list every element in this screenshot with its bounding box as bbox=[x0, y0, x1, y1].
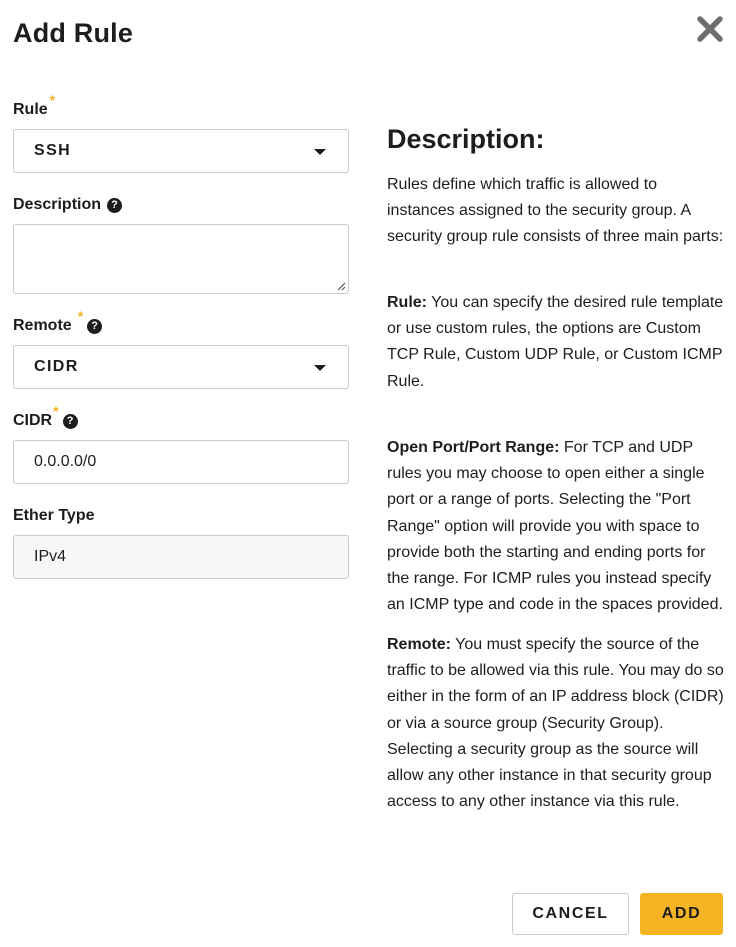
help-rule-paragraph: Rule: You can specify the desired rule t… bbox=[387, 290, 727, 395]
required-marker: * bbox=[53, 403, 59, 419]
close-icon bbox=[697, 16, 723, 42]
rule-select-value: SSH bbox=[34, 142, 72, 159]
dialog-title: Add Rule bbox=[13, 18, 134, 48]
ether-type-field: IPv4 bbox=[13, 535, 349, 579]
remote-label: Remote * ? bbox=[13, 309, 103, 335]
description-textarea[interactable] bbox=[13, 224, 349, 294]
required-marker: * bbox=[49, 92, 56, 108]
help-rule-title: Rule: bbox=[387, 294, 427, 311]
close-button[interactable] bbox=[696, 15, 724, 43]
rule-label: Rule * bbox=[13, 92, 56, 118]
remote-select[interactable]: CIDR bbox=[13, 345, 349, 389]
ether-type-label: Ether Type bbox=[13, 507, 95, 524]
help-port-title: Open Port/Port Range: bbox=[387, 439, 560, 456]
description-label: Description ? bbox=[13, 196, 123, 214]
help-remote-paragraph: Remote: You must specify the source of t… bbox=[387, 632, 727, 815]
caret-down-icon bbox=[314, 365, 326, 371]
add-button[interactable]: ADD bbox=[640, 893, 723, 935]
help-icon[interactable]: ? bbox=[107, 198, 123, 213]
help-icon[interactable]: ? bbox=[87, 319, 103, 334]
help-rule-text: You can specify the desired rule templat… bbox=[387, 294, 724, 390]
help-icon[interactable]: ? bbox=[62, 414, 78, 429]
help-port-paragraph: Open Port/Port Range: For TCP and UDP ru… bbox=[387, 435, 727, 618]
cidr-input-value: 0.0.0.0/0 bbox=[34, 453, 97, 470]
rule-select[interactable]: SSH bbox=[13, 129, 349, 173]
required-marker: * bbox=[77, 308, 84, 324]
cidr-label: CIDR * ? bbox=[13, 404, 78, 430]
cidr-input[interactable]: 0.0.0.0/0 bbox=[13, 440, 349, 484]
help-port-text: For TCP and UDP rules you may choose to … bbox=[387, 439, 723, 614]
cancel-button[interactable]: CANCEL bbox=[512, 893, 629, 935]
caret-down-icon bbox=[314, 149, 326, 155]
help-remote-text: You must specify the source of the traff… bbox=[387, 636, 724, 811]
ether-type-value: IPv4 bbox=[34, 548, 67, 565]
help-heading: Description: bbox=[387, 124, 545, 154]
resize-grip-icon[interactable] bbox=[336, 281, 346, 291]
help-remote-title: Remote: bbox=[387, 636, 452, 653]
remote-select-value: CIDR bbox=[34, 358, 79, 375]
help-intro: Rules define which traffic is allowed to… bbox=[387, 176, 724, 246]
